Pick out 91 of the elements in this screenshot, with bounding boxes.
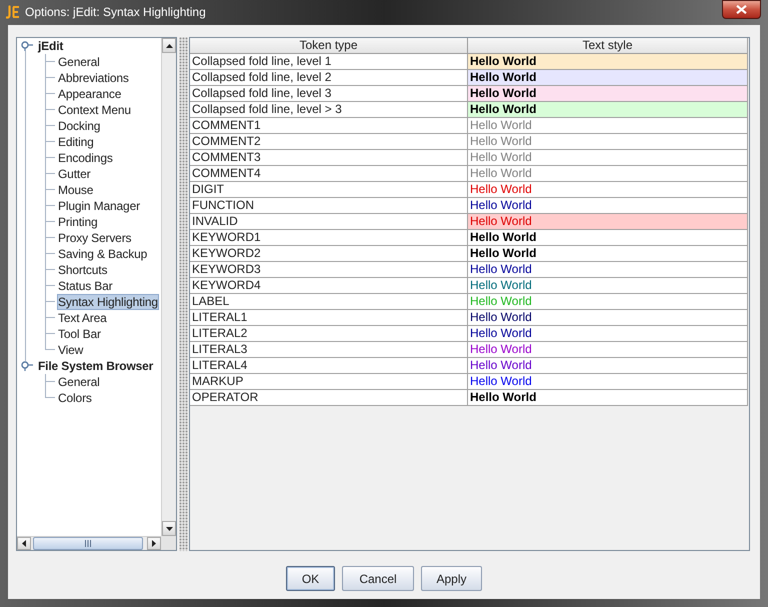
table-cell: FUNCTION	[190, 198, 468, 214]
scroll-left-button[interactable]	[17, 537, 31, 550]
tree-item[interactable]: Saving & Backup	[57, 246, 148, 262]
tree-item[interactable]: Appearance	[57, 86, 122, 102]
style-preview-cell: Hello World	[468, 102, 747, 118]
style-preview-cell: Hello World	[468, 214, 747, 230]
close-button[interactable]	[722, 0, 761, 19]
dialog-button[interactable]: OK	[286, 566, 335, 591]
style-preview-cell: Hello World	[468, 390, 747, 406]
style-preview-cell: Hello World	[468, 166, 747, 182]
tree-item[interactable]: Editing	[57, 134, 95, 150]
tree-item[interactable]: Shortcuts	[57, 262, 108, 278]
tree-item[interactable]: File System Browser	[37, 358, 154, 374]
triangle-right-icon	[152, 540, 156, 547]
style-preview-cell: Hello World	[468, 70, 747, 86]
tree-item[interactable]: Mouse	[57, 182, 94, 198]
table-cell: LITERAL1	[190, 310, 468, 326]
table-cell: KEYWORD2	[190, 246, 468, 262]
scroll-up-button[interactable]	[162, 38, 176, 53]
horizontal-scrollbar[interactable]	[17, 536, 161, 550]
style-preview-cell: Hello World	[468, 230, 747, 246]
table-cell: Collapsed fold line, level 3	[190, 86, 468, 102]
tree-item[interactable]: View	[57, 342, 84, 358]
tree-item[interactable]: Proxy Servers	[57, 230, 132, 246]
tree-item[interactable]: Status Bar	[57, 278, 114, 294]
style-preview-cell: Hello World	[468, 86, 747, 102]
table-cell: Collapsed fold line, level 1	[190, 54, 468, 70]
table-cell: LITERAL3	[190, 342, 468, 358]
style-preview-cell: Hello World	[468, 118, 747, 134]
column-header: Text style	[468, 38, 747, 54]
style-preview-cell: Hello World	[468, 134, 747, 150]
table-cell: INVALID	[190, 214, 468, 230]
table-cell: COMMENT1	[190, 118, 468, 134]
dialog-button[interactable]: Cancel	[342, 566, 414, 591]
style-preview-cell: Hello World	[468, 198, 747, 214]
scroll-down-button[interactable]	[162, 521, 176, 536]
window-title: Options: jEdit: Syntax Highlighting	[25, 5, 206, 20]
dialog-button[interactable]: Apply	[421, 566, 482, 591]
tree-item[interactable]: Tool Bar	[57, 326, 102, 342]
style-preview-cell: Hello World	[468, 342, 747, 358]
app-logo-icon	[6, 5, 20, 19]
grip-icon	[85, 540, 91, 547]
table-cell: DIGIT	[190, 182, 468, 198]
style-preview-cell: Hello World	[468, 294, 747, 310]
column-header: Token type	[190, 38, 468, 54]
tree-item[interactable]: General	[57, 374, 101, 390]
table-cell: COMMENT3	[190, 150, 468, 166]
table-cell: OPERATOR	[190, 390, 468, 406]
triangle-down-icon	[166, 526, 172, 530]
tree-item[interactable]: Docking	[57, 118, 102, 134]
tree-handle-icon[interactable]	[21, 361, 33, 371]
triangle-up-icon	[166, 44, 172, 48]
table-cell: KEYWORD3	[190, 262, 468, 278]
table-cell: COMMENT2	[190, 134, 468, 150]
triangle-left-icon	[22, 540, 26, 547]
table-cell: COMMENT4	[190, 166, 468, 182]
style-preview-cell: Hello World	[468, 278, 747, 294]
table-cell: KEYWORD1	[190, 230, 468, 246]
table-cell: LITERAL2	[190, 326, 468, 342]
scrollbar-corner	[161, 536, 176, 550]
table-cell: LABEL	[190, 294, 468, 310]
table-cell: Collapsed fold line, level > 3	[190, 102, 468, 118]
tree-item[interactable]: Plugin Manager	[57, 198, 141, 214]
scroll-right-button[interactable]	[147, 537, 161, 550]
tree-item[interactable]: Text Area	[57, 310, 108, 326]
style-preview-cell: Hello World	[468, 246, 747, 262]
vertical-scrollbar[interactable]	[161, 38, 176, 536]
style-preview-cell: Hello World	[468, 54, 747, 70]
table-cell: LITERAL4	[190, 358, 468, 374]
tree-item[interactable]: General	[57, 54, 101, 70]
tree-item[interactable]: Encodings	[57, 150, 114, 166]
tree-item[interactable]: Colors	[57, 390, 93, 406]
tree-handle-icon[interactable]	[21, 41, 33, 51]
close-icon	[736, 5, 747, 14]
table-cell: Collapsed fold line, level 2	[190, 70, 468, 86]
style-preview-cell: Hello World	[468, 182, 747, 198]
tree-item[interactable]: Gutter	[57, 166, 92, 182]
style-preview-cell: Hello World	[468, 150, 747, 166]
table-cell: MARKUP	[190, 374, 468, 390]
tree-item[interactable]: Abbreviations	[57, 70, 130, 86]
style-preview-cell: Hello World	[468, 310, 747, 326]
scrollbar-thumb[interactable]	[33, 537, 143, 550]
tree-item[interactable]: Context Menu	[57, 102, 132, 118]
tree-item[interactable]: jEdit	[37, 38, 64, 54]
tree-item[interactable]: Syntax Highlighting	[57, 294, 159, 310]
style-preview-cell: Hello World	[468, 358, 747, 374]
style-preview-cell: Hello World	[468, 374, 747, 390]
tree-item[interactable]: Printing	[57, 214, 98, 230]
style-preview-cell: Hello World	[468, 262, 747, 278]
style-preview-cell: Hello World	[468, 326, 747, 342]
table-cell: KEYWORD4	[190, 278, 468, 294]
